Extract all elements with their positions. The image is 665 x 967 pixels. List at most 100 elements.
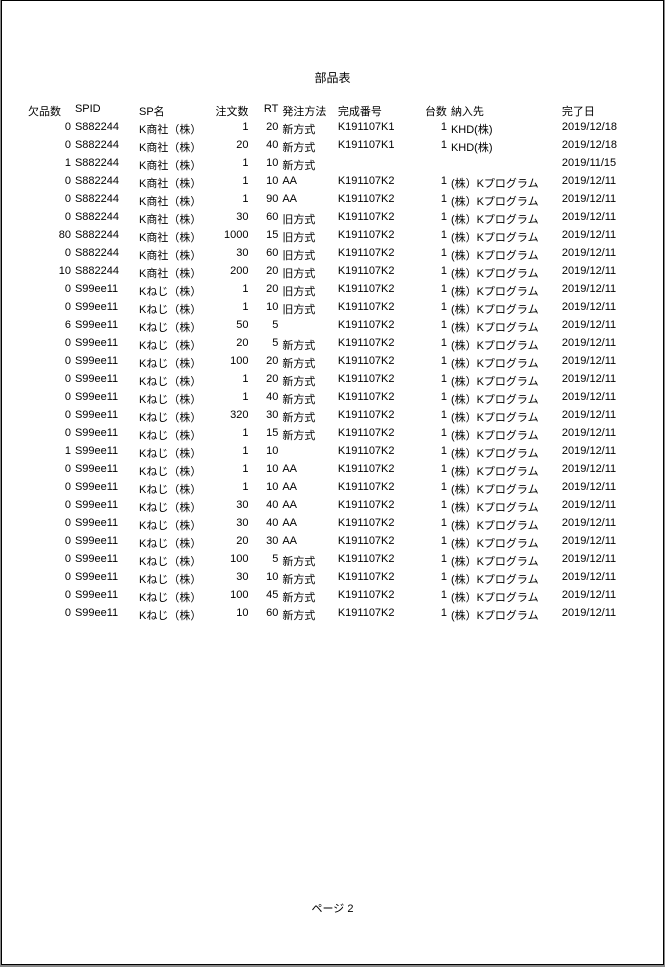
- cell-spid: S99ee11: [73, 606, 137, 624]
- cell-order: 50: [208, 318, 251, 336]
- cell-date: 2019/12/11: [560, 210, 639, 228]
- cell-spname: K商社（株）: [137, 228, 208, 246]
- cell-rt: 20: [250, 354, 280, 372]
- cell-spname: Kねじ（株）: [137, 318, 208, 336]
- cell-units: 1: [415, 552, 449, 570]
- cell-qty: 0: [26, 498, 73, 516]
- cell-order: 1: [208, 444, 251, 462]
- cell-dest: (株）Kプログラム: [449, 516, 560, 534]
- cell-qty: 0: [26, 480, 73, 498]
- cell-date: 2019/12/11: [560, 336, 639, 354]
- cell-dest: (株）Kプログラム: [449, 372, 560, 390]
- cell-comp: K191107K2: [336, 210, 415, 228]
- table-row: 0S99ee11Kねじ（株）1005新方式K191107K21(株）Kプログラム…: [26, 552, 639, 570]
- cell-units: 1: [415, 210, 449, 228]
- cell-rt: 40: [250, 390, 280, 408]
- cell-method: 旧方式: [280, 228, 335, 246]
- cell-rt: 30: [250, 534, 280, 552]
- cell-units: 1: [415, 408, 449, 426]
- header-row: 欠品数 SPID SP名 注文数 RT 発注方法 完成番号 台数 納入先 完了日: [26, 102, 639, 120]
- cell-dest: (株）Kプログラム: [449, 336, 560, 354]
- header-rt: RT: [250, 102, 280, 120]
- cell-comp: K191107K2: [336, 552, 415, 570]
- cell-spname: K商社（株）: [137, 192, 208, 210]
- table-row: 0S882244K商社（株）3060旧方式K191107K21(株）Kプログラム…: [26, 210, 639, 228]
- cell-comp: K191107K2: [336, 498, 415, 516]
- header-dest: 納入先: [449, 102, 560, 120]
- cell-qty: 0: [26, 210, 73, 228]
- cell-units: 1: [415, 246, 449, 264]
- header-date: 完了日: [560, 102, 639, 120]
- cell-order: 100: [208, 588, 251, 606]
- cell-date: 2019/12/11: [560, 462, 639, 480]
- cell-units: 1: [415, 228, 449, 246]
- cell-order: 1: [208, 390, 251, 408]
- cell-method: 新方式: [280, 138, 335, 156]
- cell-rt: 10: [250, 300, 280, 318]
- header-method: 発注方法: [280, 102, 335, 120]
- cell-rt: 60: [250, 210, 280, 228]
- cell-order: 1: [208, 426, 251, 444]
- cell-qty: 10: [26, 264, 73, 282]
- cell-spname: Kねじ（株）: [137, 354, 208, 372]
- cell-method: 旧方式: [280, 246, 335, 264]
- cell-date: 2019/12/11: [560, 516, 639, 534]
- table-row: 0S99ee11Kねじ（株）205新方式K191107K21(株）Kプログラム2…: [26, 336, 639, 354]
- cell-rt: 20: [250, 282, 280, 300]
- cell-comp: K191107K2: [336, 300, 415, 318]
- cell-spname: Kねじ（株）: [137, 408, 208, 426]
- cell-qty: 0: [26, 552, 73, 570]
- cell-date: 2019/12/11: [560, 300, 639, 318]
- cell-qty: 0: [26, 282, 73, 300]
- cell-comp: K191107K2: [336, 516, 415, 534]
- cell-date: 2019/12/11: [560, 390, 639, 408]
- cell-dest: [449, 156, 560, 174]
- cell-spid: S99ee11: [73, 552, 137, 570]
- report-title: 部品表: [26, 69, 639, 86]
- table-row: 0S882244K商社（株）110AAK191107K21(株）Kプログラム20…: [26, 174, 639, 192]
- cell-units: 1: [415, 606, 449, 624]
- table-row: 0S99ee11Kねじ（株）120旧方式K191107K21(株）Kプログラム2…: [26, 282, 639, 300]
- cell-spname: K商社（株）: [137, 174, 208, 192]
- cell-method: [280, 444, 335, 462]
- cell-units: 1: [415, 354, 449, 372]
- cell-comp: K191107K2: [336, 390, 415, 408]
- cell-comp: K191107K1: [336, 138, 415, 156]
- cell-qty: 0: [26, 606, 73, 624]
- cell-dest: (株）Kプログラム: [449, 498, 560, 516]
- cell-rt: 10: [250, 156, 280, 174]
- cell-dest: (株）Kプログラム: [449, 354, 560, 372]
- table-row: 0S882244K商社（株）3060旧方式K191107K21(株）Kプログラム…: [26, 246, 639, 264]
- cell-spname: K商社（株）: [137, 246, 208, 264]
- cell-spname: Kねじ（株）: [137, 390, 208, 408]
- cell-order: 1: [208, 372, 251, 390]
- cell-spid: S99ee11: [73, 516, 137, 534]
- cell-method: AA: [280, 516, 335, 534]
- table-row: 0S99ee11Kねじ（株）115新方式K191107K21(株）Kプログラム2…: [26, 426, 639, 444]
- cell-rt: 10: [250, 570, 280, 588]
- cell-spid: S99ee11: [73, 282, 137, 300]
- cell-method: 新方式: [280, 336, 335, 354]
- cell-method: 旧方式: [280, 264, 335, 282]
- cell-rt: 5: [250, 318, 280, 336]
- cell-spname: Kねじ（株）: [137, 570, 208, 588]
- cell-rt: 40: [250, 516, 280, 534]
- cell-date: 2019/12/11: [560, 174, 639, 192]
- cell-units: 1: [415, 534, 449, 552]
- cell-spname: K商社（株）: [137, 156, 208, 174]
- cell-order: 30: [208, 570, 251, 588]
- cell-comp: K191107K2: [336, 354, 415, 372]
- cell-date: 2019/12/18: [560, 138, 639, 156]
- cell-order: 20: [208, 336, 251, 354]
- cell-dest: (株）Kプログラム: [449, 606, 560, 624]
- cell-qty: 0: [26, 390, 73, 408]
- cell-order: 20: [208, 534, 251, 552]
- cell-rt: 10: [250, 480, 280, 498]
- cell-rt: 90: [250, 192, 280, 210]
- cell-units: 1: [415, 426, 449, 444]
- parts-table: 欠品数 SPID SP名 注文数 RT 発注方法 完成番号 台数 納入先 完了日…: [26, 102, 639, 624]
- cell-date: 2019/12/11: [560, 444, 639, 462]
- cell-order: 1: [208, 174, 251, 192]
- cell-comp: K191107K2: [336, 408, 415, 426]
- cell-units: 1: [415, 120, 449, 138]
